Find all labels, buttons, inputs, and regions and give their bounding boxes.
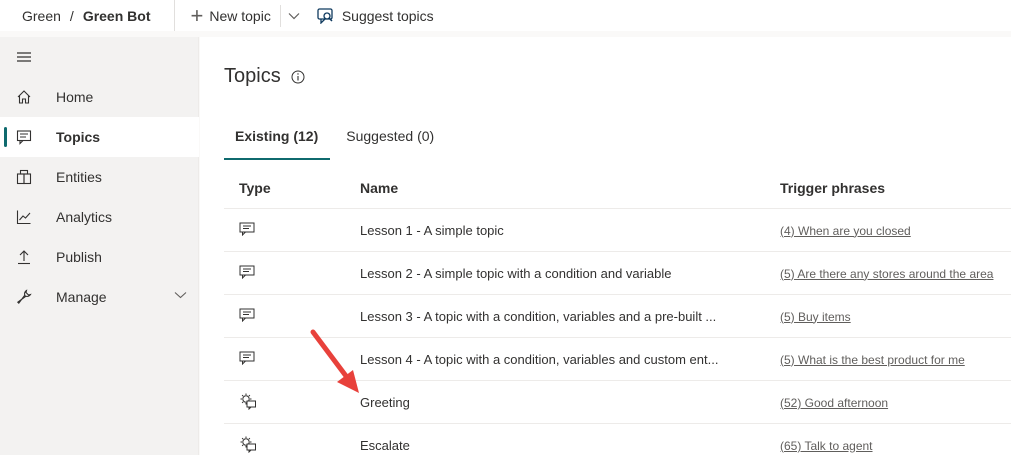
table-row[interactable]: Lesson 3 - A topic with a condition, var…	[224, 295, 1011, 338]
topic-tabs: Existing (12) Suggested (0)	[224, 128, 446, 160]
nav-item-label: Home	[56, 89, 94, 105]
topic-name[interactable]: Escalate	[360, 438, 780, 453]
suggest-topics-icon	[317, 7, 333, 24]
nav-item-label: Publish	[56, 249, 102, 265]
topic-name[interactable]: Lesson 3 - A topic with a condition, var…	[360, 309, 780, 324]
breadcrumb: Green / Green Bot	[0, 0, 151, 31]
column-header-name[interactable]: Name	[360, 180, 780, 196]
publish-icon	[18, 250, 30, 265]
topic-name[interactable]: Greeting	[360, 395, 780, 410]
left-navigation: Home Topics Entities Analytics Publish M…	[0, 37, 199, 455]
hamburger-menu-icon[interactable]	[16, 50, 32, 68]
new-topic-dropdown-button[interactable]	[287, 0, 301, 31]
split-divider	[279, 4, 281, 27]
trigger-phrases-link[interactable]: (4) When are you closed	[780, 224, 911, 238]
table-row[interactable]: Greeting (52) Good afternoon	[224, 381, 1011, 424]
table-row[interactable]: Lesson 4 - A topic with a condition, var…	[224, 338, 1011, 381]
topic-name[interactable]: Lesson 4 - A topic with a condition, var…	[360, 352, 780, 367]
nav-item-publish[interactable]: Publish	[0, 237, 199, 277]
breadcrumb-bot-name[interactable]: Green Bot	[83, 8, 151, 24]
breadcrumb-environment[interactable]: Green	[22, 8, 61, 24]
tab-suggested[interactable]: Suggested (0)	[334, 128, 446, 160]
topic-name[interactable]: Lesson 2 - A simple topic with a conditi…	[360, 266, 780, 281]
nav-item-analytics[interactable]: Analytics	[0, 197, 199, 237]
nav-item-entities[interactable]: Entities	[0, 157, 199, 197]
info-icon[interactable]	[291, 70, 305, 84]
chevron-down-icon	[174, 292, 187, 299]
nav-item-label: Topics	[56, 129, 101, 145]
system-topic-icon	[240, 393, 256, 410]
trigger-phrases-link[interactable]: (52) Good afternoon	[780, 396, 888, 410]
user-topic-icon	[239, 265, 255, 279]
user-topic-icon	[239, 308, 255, 322]
entities-icon	[16, 169, 32, 185]
nav-item-home[interactable]: Home	[0, 77, 199, 117]
topics-table: Type Name Trigger phrases Lesson 1 - A s…	[224, 167, 1011, 455]
suggest-topics-button[interactable]: Suggest topics	[317, 0, 434, 31]
nav-item-manage[interactable]: Manage	[0, 277, 199, 317]
trigger-phrases-link[interactable]: (5) What is the best product for me	[780, 353, 965, 367]
wrench-icon	[16, 289, 32, 305]
user-topic-icon	[239, 351, 255, 365]
table-row[interactable]: Lesson 1 - A simple topic (4) When are y…	[224, 209, 1011, 252]
column-header-trigger-phrases[interactable]: Trigger phrases	[780, 180, 1011, 196]
nav-item-label: Analytics	[56, 209, 113, 225]
tab-existing[interactable]: Existing (12)	[224, 128, 331, 160]
suggest-topics-label: Suggest topics	[341, 7, 434, 24]
page-title-text: Topics	[224, 65, 281, 87]
column-header-type[interactable]: Type	[224, 180, 360, 196]
table-row[interactable]: Lesson 2 - A simple topic with a conditi…	[224, 252, 1011, 295]
trigger-phrases-link[interactable]: (5) Buy items	[780, 310, 851, 324]
system-topic-icon	[240, 436, 256, 453]
toolbar-divider	[173, 0, 175, 31]
trigger-phrases-link[interactable]: (65) Talk to agent	[780, 439, 873, 453]
chat-icon	[16, 130, 32, 145]
user-topic-icon	[239, 222, 255, 236]
analytics-icon	[16, 210, 31, 225]
home-icon	[17, 90, 31, 104]
table-header: Type Name Trigger phrases	[224, 167, 1011, 209]
main-content: Topics Existing (12) Suggested (0) Type …	[200, 37, 1011, 455]
topic-name[interactable]: Lesson 1 - A simple topic	[360, 223, 780, 238]
plus-icon: +	[190, 2, 204, 28]
new-topic-button[interactable]: + New topic	[191, 0, 271, 31]
chevron-down-icon	[288, 12, 300, 19]
nav-item-label: Manage	[56, 289, 107, 305]
nav-item-topics[interactable]: Topics	[0, 117, 199, 157]
top-command-bar: Green / Green Bot + New topic Suggest to…	[0, 0, 1011, 31]
table-row[interactable]: Escalate (65) Talk to agent	[224, 424, 1011, 455]
nav-item-label: Entities	[56, 169, 102, 185]
trigger-phrases-link[interactable]: (5) Are there any stores around the area	[780, 267, 993, 281]
breadcrumb-separator: /	[69, 7, 74, 24]
page-title: Topics	[224, 65, 305, 88]
new-topic-label: New topic	[209, 7, 271, 24]
